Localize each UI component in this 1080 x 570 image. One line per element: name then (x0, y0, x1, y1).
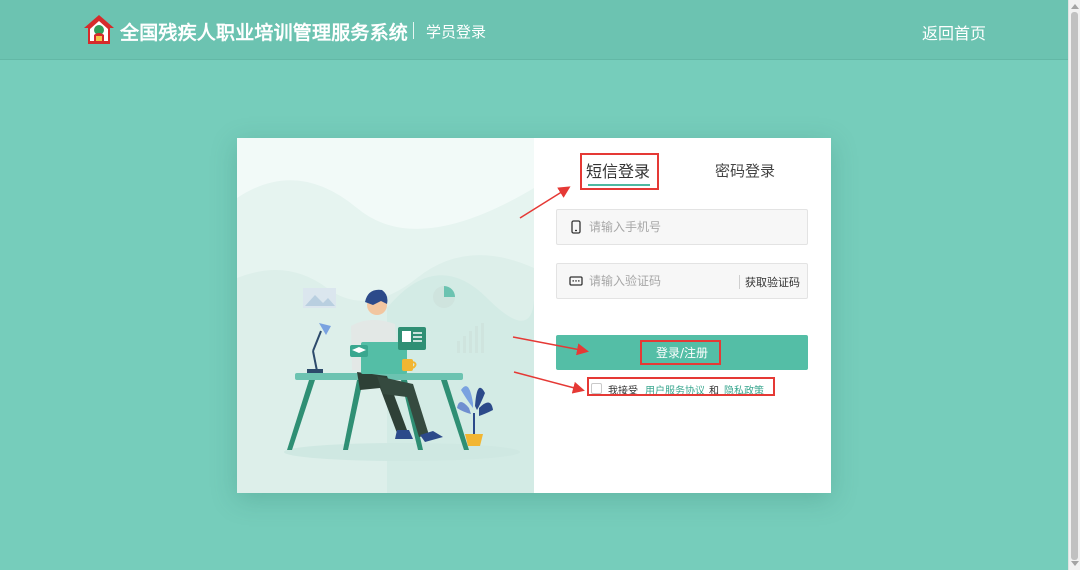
login-card: 短信登录 密码登录 获取验证码 登录/注册 我接 (237, 138, 831, 493)
keyboard-icon (569, 276, 583, 286)
page-subtitle: 学员登录 (426, 23, 487, 41)
scroll-down-arrow-icon[interactable] (1071, 561, 1079, 566)
house-emblem-logo (84, 15, 114, 44)
mobile-phone-icon (571, 220, 581, 234)
vertical-scrollbar[interactable] (1068, 0, 1080, 570)
annotation-box-login-button (640, 340, 721, 365)
login-illustration (237, 138, 534, 493)
annotation-box-sms-tab (580, 153, 659, 190)
code-divider (739, 275, 740, 289)
header-bar: 全国残疾人职业培训管理服务系统 学员登录 返回首页 (0, 0, 1068, 60)
study-at-desk-illustration (237, 180, 534, 493)
get-code-button[interactable]: 获取验证码 (745, 274, 800, 290)
scrollbar-thumb[interactable] (1071, 12, 1078, 560)
scroll-up-arrow-icon[interactable] (1071, 4, 1079, 9)
login-form: 短信登录 密码登录 获取验证码 登录/注册 我接 (534, 138, 831, 493)
code-input-box: 获取验证码 (556, 263, 808, 299)
title-divider (413, 22, 414, 39)
annotation-box-agreement (587, 377, 775, 396)
back-home-link[interactable]: 返回首页 (922, 20, 986, 44)
phone-input[interactable] (589, 218, 759, 236)
tab-password-login[interactable]: 密码登录 (715, 160, 775, 181)
verification-code-input[interactable] (589, 272, 759, 290)
phone-input-box (556, 209, 808, 245)
app-title: 全国残疾人职业培训管理服务系统 (120, 22, 409, 44)
